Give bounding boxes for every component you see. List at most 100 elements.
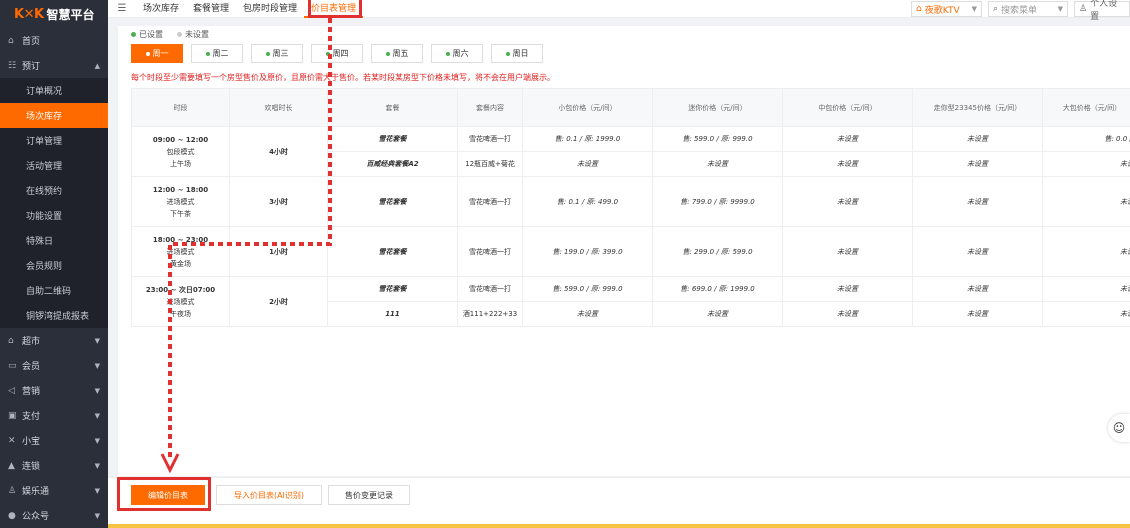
column-header: 套餐内容 (457, 88, 523, 127)
table-body: 09:00 ~ 12:00 包段模式 上午场 4小时 雪花套餐 雪花啤酒一打 售: 0.1 … (131, 126, 1130, 327)
legend-set: 已设置 (131, 29, 163, 40)
sidebar-item-entertainment[interactable]: ♙ 娱乐通 ▼ (0, 478, 108, 503)
set-dot-icon (145, 51, 150, 56)
top-tab[interactable]: 场次库存 (136, 0, 186, 18)
sidebar-item-official-account[interactable]: ● 公众号 ▼ (0, 503, 108, 528)
sidebar-item-payment[interactable]: ▣ 支付 ▼ (0, 403, 108, 428)
weekday-tabs: 周一 周二 周三 周四 周五 周六 周日 (131, 44, 543, 63)
price-cell-unset: 未设置 (912, 226, 1043, 277)
column-header: 中包价格（元/间） (782, 88, 913, 127)
package-cell: 百威经典套餐A2 (327, 151, 458, 177)
package-content-cell: 酒111+222+33 (457, 301, 523, 327)
sidebar-item-market[interactable]: ⌂ 超市 ▼ (0, 328, 108, 353)
column-header: 小包价格（元/间） (522, 88, 653, 127)
package-content-cell: 雪花啤酒一打 (457, 126, 523, 152)
price-table: 时段 欢唱时长 套餐 套餐内容 小包价格（元/间） 迷你价格（元/间） 中包价格（元/间）走… (131, 88, 1130, 327)
price-cell: 售: 0.1 / 原: 1999.0 (522, 126, 653, 152)
bottom-action-bar: 编辑价目表 导入价目表(AI识别) 售价变更记录 (108, 477, 1130, 528)
price-change-history-button[interactable]: 售价变更记录 (328, 485, 410, 505)
sidebar-item-label: 公众号 (22, 512, 50, 522)
top-tab[interactable]: 套餐管理 (186, 0, 236, 18)
weekday-label: 周二 (212, 49, 229, 58)
column-header: 套餐 (327, 88, 458, 127)
sidebar-item-label: 连锁 (22, 462, 41, 472)
sidebar-item-member[interactable]: ▭ 会员 ▼ (0, 353, 108, 378)
weekday-tab[interactable]: 周二 (191, 44, 243, 63)
sidebar-item-label: 营销 (22, 387, 41, 397)
menu-search-placeholder: 搜索菜单 (1001, 5, 1038, 16)
sidebar-subitem[interactable]: 在线预约 (0, 178, 108, 203)
chain-icon: ▲ (8, 460, 15, 471)
weekday-label: 周六 (452, 49, 469, 58)
weekday-label: 周一 (152, 49, 169, 58)
weekday-label: 周五 (392, 49, 409, 58)
package-cell: 雪花套餐 (327, 176, 458, 227)
assistant-avatar-icon[interactable]: ☺ (1108, 414, 1130, 442)
sidebar-item-home[interactable]: ⌂ 首页 (0, 28, 108, 53)
weekday-tab[interactable]: 周日 (491, 44, 543, 63)
chevron-down-icon: ▼ (94, 436, 100, 445)
weekday-tab[interactable]: 周五 (371, 44, 423, 63)
sidebar-item-chain[interactable]: ▲ 连锁 ▼ (0, 453, 108, 478)
store-icon: ⌂ (916, 4, 922, 14)
price-cell-unset: 未设置 (912, 301, 1043, 327)
weekday-label: 周日 (512, 49, 529, 58)
marketing-icon: ◁ (8, 385, 15, 396)
sidebar-subitem[interactable]: 功能设置 (0, 203, 108, 228)
market-icon: ⌂ (8, 335, 14, 346)
brand-name: 智慧平台 (46, 7, 95, 22)
package-content-cell: 雪花啤酒一打 (457, 226, 523, 277)
price-cell: 售: 599.0 / 原: 999.0 (652, 126, 783, 152)
sidebar-item-booking[interactable]: ☷ 预订 ▲ (0, 53, 108, 78)
set-dot-icon (131, 32, 136, 37)
weekday-tab[interactable]: 周三 (251, 44, 303, 63)
import-price-list-ai-button[interactable]: 导入价目表(AI识别) (216, 485, 322, 505)
unset-dot-icon (177, 32, 182, 37)
sidebar-item-marketing[interactable]: ◁ 营销 ▼ (0, 378, 108, 403)
price-cell-unset: 未设置 (912, 276, 1043, 302)
chevron-down-icon: ▼ (94, 336, 100, 345)
menu-search-input[interactable]: ⌕ 搜索菜单 ▼ (988, 1, 1068, 17)
entertainment-icon: ♙ (8, 485, 17, 496)
chevron-down-icon: ▼ (94, 486, 100, 495)
sidebar-subitem[interactable]: 场次库存 (0, 103, 108, 128)
weekday-tab[interactable]: 周一 (131, 44, 183, 63)
set-dot-icon (445, 51, 450, 56)
price-cell: 售: 0.0 / 原 (1042, 126, 1130, 152)
brand-logo-mark: K✕K (14, 6, 44, 22)
user-settings-button[interactable]: ♙ 个人设置 (1074, 0, 1130, 22)
column-header: 走你型23345价格（元/间） (912, 88, 1043, 127)
period-name: 黄金场 (170, 259, 191, 268)
sidebar-subitem[interactable]: 订单概况 (0, 78, 108, 103)
menu-toggle-icon[interactable]: ☰ (108, 3, 136, 14)
sidebar-subitem[interactable]: 订单管理 (0, 128, 108, 153)
package-content-cell: 雪花啤酒一打 (457, 276, 523, 302)
sidebar-subitem[interactable]: 活动管理 (0, 153, 108, 178)
price-cell: 售: 0.1 / 原: 499.0 (522, 176, 653, 227)
user-settings-label: 个人设置 (1090, 0, 1118, 22)
price-cell: 售: 699.0 / 原: 1999.0 (652, 276, 783, 302)
price-cell-unset: 未设置 (782, 301, 913, 327)
sidebar-subitem[interactable]: 自助二维码 (0, 278, 108, 303)
top-bar: ☰ 场次库存 套餐管理 包房时段管理 价目表管理 ⌂ 夜歌KTV ▼ ⌕ 搜索菜单 ▼… (108, 0, 1130, 22)
brand-logo[interactable]: K✕K 智慧平台 (0, 0, 108, 28)
package-cell: 雪花套餐 (327, 126, 458, 152)
sidebar-subitem[interactable]: 铜锣湾提成报表 (0, 303, 108, 328)
home-icon: ⌂ (8, 35, 14, 46)
sidebar-subitem[interactable]: 特殊日 (0, 228, 108, 253)
sidebar-item-assistant[interactable]: ✕ 小宝 ▼ (0, 428, 108, 453)
top-tab[interactable]: 价目表管理 (304, 0, 364, 18)
duration-cell: 3小时 (229, 176, 328, 227)
edit-price-list-button[interactable]: 编辑价目表 (131, 485, 205, 505)
weekday-tab[interactable]: 周四 (311, 44, 363, 63)
period-name: 下午茶 (170, 209, 191, 218)
top-tab[interactable]: 包房时段管理 (236, 0, 304, 18)
weekday-tab[interactable]: 周六 (431, 44, 483, 63)
price-list-panel: 已设置 未设置 周一 周二 周三 周四 周五 周六 周日 每个时段至少需要填写一个房型售价及… (118, 26, 1130, 476)
store-select[interactable]: ⌂ 夜歌KTV ▼ (911, 1, 982, 17)
sidebar-subitem[interactable]: 会员规则 (0, 253, 108, 278)
table-header-row: 时段 欢唱时长 套餐 套餐内容 小包价格（元/间） 迷你价格（元/间） 中包价格（元/间）走… (131, 88, 1130, 127)
price-cell-unset: 未设置 (522, 151, 653, 177)
chevron-down-icon: ▼ (1057, 5, 1063, 13)
column-header: 欢唱时长 (229, 88, 328, 127)
